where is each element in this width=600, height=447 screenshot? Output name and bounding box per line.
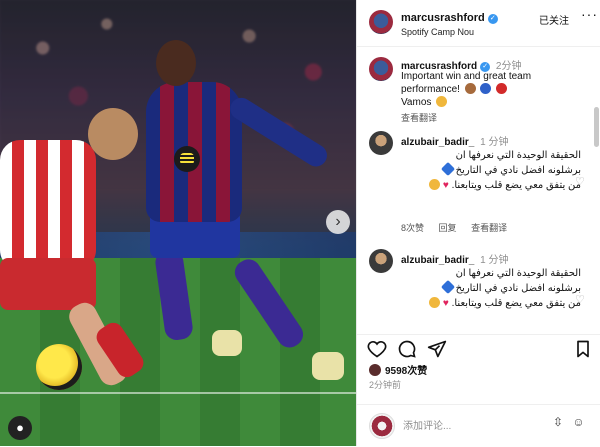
comment-line-1: الحقيقة الوحيدة التي نعرفها ان [455, 268, 581, 279]
football [36, 344, 82, 390]
smile-emoji-icon [429, 297, 441, 308]
instagram-post-view: › ● marcusrashford ✓ Spotify Camp Nou 已关注… [0, 0, 600, 446]
caption-line-3: Vamos [401, 97, 432, 108]
add-comment-input[interactable] [401, 417, 545, 435]
comment-likes[interactable]: 8次赞 [401, 223, 424, 233]
more-options-icon[interactable]: ··· [581, 6, 598, 22]
commenter-username[interactable]: alzubair_badir_ [401, 137, 474, 148]
comment-header: alzubair_badir_ 1 分钟 [401, 251, 508, 266]
red-circle-emoji-icon [496, 83, 508, 94]
comment-header: alzubair_badir_ 1 分钟 [401, 133, 508, 148]
post-header: marcusrashford ✓ Spotify Camp Nou 已关注 ··· [357, 0, 600, 47]
blue-circle-emoji-icon [480, 83, 492, 94]
like-comment-heart-icon[interactable]: ♡ [575, 177, 585, 188]
post-time[interactable]: 2分钟前 [369, 378, 401, 391]
verified-badge-icon: ✓ [487, 14, 498, 24]
caption-text: Important win and great team performance… [401, 70, 581, 109]
player-boot-left [212, 330, 242, 356]
likes-count[interactable]: 9598次赞 [385, 366, 427, 377]
comment-line-3: من يتفق معي يضع قلب ويتابعنا. ♥ [401, 296, 581, 311]
heart-icon[interactable] [367, 339, 387, 359]
composer-tools: ⇳ ☺ [553, 415, 585, 429]
comments-list[interactable]: marcusrashford ✓ 2分钟 Important win and gr… [357, 47, 600, 327]
comment-icon[interactable] [397, 339, 417, 359]
post-actions-bar [357, 334, 600, 365]
sponsor-logo [174, 146, 200, 172]
comment-meta: 8次赞 回复 查看翻译 [401, 221, 519, 234]
smile-emoji-icon [429, 179, 441, 190]
player-boot-right [312, 352, 344, 380]
comment-composer: ⇳ ☺ [357, 404, 600, 447]
caption-line-1: Important win and great team [401, 71, 532, 82]
comment-line-3: من يتفق معي يضع قلب ويتابعنا. ♥ [401, 178, 581, 193]
viewer-avatar [369, 413, 395, 439]
drag-handle-icon[interactable]: ⇳ [553, 415, 563, 429]
commenter-avatar[interactable] [369, 131, 393, 155]
bookmark-icon[interactable] [573, 339, 593, 359]
author-username[interactable]: marcusrashford [401, 12, 485, 24]
caption-translate-link[interactable]: 查看翻译 [401, 111, 437, 124]
caption-avatar[interactable] [369, 57, 393, 81]
send-icon[interactable] [427, 339, 447, 359]
post-location[interactable]: Spotify Camp Nou [401, 27, 474, 37]
smile-icon[interactable]: ☺ [572, 415, 584, 429]
next-photo-arrow-icon[interactable]: › [326, 210, 350, 234]
author-avatar[interactable] [369, 10, 393, 34]
comment-text: الحقيقة الوحيدة التي نعرفها ان برشلونه ا… [401, 148, 581, 193]
blue-heart-emoji-icon [440, 279, 455, 295]
comment-time: 1 分钟 [480, 137, 509, 148]
comment-line-1: الحقيقة الوحيدة التي نعرفها ان [455, 150, 581, 161]
like-comment-heart-icon[interactable]: ♡ [575, 295, 585, 306]
author-name[interactable]: marcusrashford ✓ [401, 12, 498, 24]
reply-button[interactable]: 回复 [439, 223, 457, 233]
opponent-player-body [0, 140, 96, 270]
comment-time: 1 分钟 [480, 255, 509, 266]
red-heart-emoji-icon: ♥ [442, 298, 449, 309]
comment-text: الحقيقة الوحيدة التي نعرفها ان برشلونه ا… [401, 266, 581, 311]
commenter-username[interactable]: alzubair_badir_ [401, 255, 474, 266]
flexed-biceps-emoji-icon [464, 83, 476, 94]
praying-emoji-icon [436, 96, 448, 107]
blue-heart-emoji-icon [440, 161, 455, 177]
red-heart-emoji-icon: ♥ [442, 180, 449, 191]
commenter-avatar[interactable] [369, 249, 393, 273]
liker-avatar [369, 364, 381, 376]
post-side-panel: marcusrashford ✓ Spotify Camp Nou 已关注 ···… [356, 0, 600, 446]
pitch-line [0, 392, 356, 394]
comment-item: alzubair_badir_ 1 分钟 الحقيقة الوحيدة الت… [369, 249, 595, 327]
following-button[interactable]: 已关注 [539, 12, 569, 27]
player-head [156, 40, 196, 86]
comment-item: alzubair_badir_ 1 分钟 الحقيقة الوحيدة الت… [369, 131, 595, 251]
opponent-player-head [88, 108, 138, 160]
comment-translate-link[interactable]: 查看翻译 [471, 223, 507, 233]
likes-row[interactable]: 9598次赞 [369, 362, 427, 377]
comment-line-2: برشلونه افضل نادي في التاريخ [401, 161, 581, 178]
comment-line-2: برشلونه افضل نادي في التاريخ [401, 279, 581, 296]
caption-line-2: performance! [401, 84, 460, 95]
post-photo[interactable]: › ● [0, 0, 356, 446]
tagged-user-icon[interactable]: ● [8, 416, 32, 440]
